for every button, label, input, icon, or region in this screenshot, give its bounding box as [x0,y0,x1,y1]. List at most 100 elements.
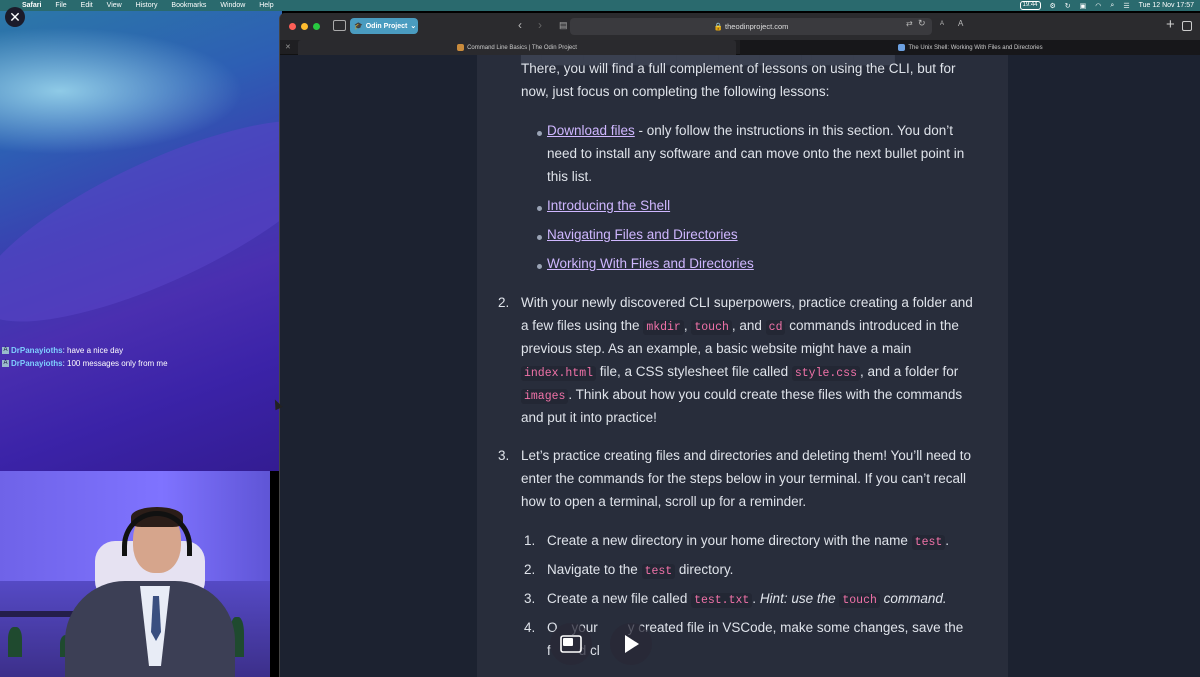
close-icon[interactable]: ✕ [5,7,25,27]
lesson-article: ▆▆▆▆▆▆▆▆▆▆▆▆▆▆▆▆▆▆▆▆▆▆▆▆▆▆▆▆▆▆▆▆▆▆▆▆ The… [477,55,1008,677]
chat-text: : have a nice day [62,346,124,355]
zoom-window-button[interactable] [313,23,320,30]
tab-title: Command Line Basics | The Odin Project [467,44,577,51]
decrease-font-button[interactable]: A [940,21,944,27]
gear-icon[interactable]: ⚙ [1050,2,1056,10]
paragraph-text: now, just focus on completing the follow… [521,84,830,99]
text: y created file in VSCode, make some chan… [627,620,964,635]
menu-help[interactable]: Help [259,2,273,9]
bullet-icon [537,131,542,136]
chat-badge-icon: A [2,360,9,367]
text: Create a new directory in your home dire… [547,533,912,548]
translate-icon[interactable]: ⇄ [906,19,913,28]
sublist-number: 4. [524,620,536,635]
menu-items: Safari File Edit View History Bookmarks … [22,2,286,9]
minimize-window-button[interactable] [301,23,308,30]
battery-indicator[interactable]: 19:44 [1019,1,1041,10]
introducing-shell-link[interactable]: Introducing the Shell [547,198,670,213]
menu-edit[interactable]: Edit [81,2,93,9]
tab-command-line-basics[interactable]: Command Line Basics | The Odin Project [298,40,736,55]
paragraph-text: how to open a terminal, scroll up for a … [521,494,807,509]
text: Navigate to the [547,562,642,577]
list-item-text: - only follow the instructions in this s… [634,123,953,138]
clock[interactable]: Tue 12 Nov 17:57 [1139,2,1194,9]
text: commands introduced in the [785,318,959,333]
play-button[interactable] [610,623,652,665]
text: a few files using the [521,318,644,333]
text: , [683,318,688,333]
code-test-txt: test.txt [691,593,753,608]
sublist-item: Oyoury created file in VSCode, make some… [547,616,963,639]
desktop-wallpaper [0,11,367,471]
status-area: 19:44 ⚙ ↻ ▣ ◠ ⌕ ☰ Tue 12 Nov 17:57 [1019,1,1194,10]
menu-window[interactable]: Window [220,2,245,9]
chat-username: DrPanayioths [11,346,63,355]
wifi-icon[interactable]: ◠ [1095,2,1101,10]
search-icon[interactable]: ⌕ [1110,2,1114,10]
webcam-feed [0,471,270,677]
lock-icon: 🔒 [713,22,723,31]
code-cd: cd [765,320,786,335]
tab-overview-icon[interactable] [1182,21,1192,31]
code-test: test [911,535,946,550]
sidebar-toggle-icon[interactable] [333,20,346,31]
paragraph-text: and put it into practice! [521,410,657,425]
list-item-text: this list. [547,169,593,184]
bullet-icon [537,264,542,269]
menu-bookmarks[interactable]: Bookmarks [171,2,206,9]
navigating-files-link[interactable]: Navigating Files and Directories [547,227,738,242]
menu-app-name[interactable]: Safari [22,2,41,9]
list-number: 3. [498,448,510,463]
sublist-item: Create a new directory in your home dire… [547,529,949,554]
tab-unix-shell[interactable]: The Unix Shell: Working With Files and D… [740,40,1200,55]
chat-message: A DrPanayioths : have a nice day [0,344,270,357]
code-mkdir: mkdir [643,320,684,335]
text: . [945,533,950,548]
code-test: test [641,564,676,579]
safari-window: 🎓 Odin Project ⌄ ‹ › ▤ 🔒 theodinproject.… [279,13,1200,677]
address-bar[interactable]: 🔒 theodinproject.com [570,18,932,35]
list-item: Working With Files and Directories [547,252,754,275]
chat-message: A DrPanayioths : 100 messages only from … [0,357,270,370]
browser-toolbar: 🎓 Odin Project ⌄ ‹ › ▤ 🔒 theodinproject.… [280,13,1200,40]
hint-text: command. [879,591,947,606]
new-tab-button[interactable]: + [1166,16,1175,33]
close-window-button[interactable] [289,23,296,30]
picture-in-picture-button[interactable] [550,623,592,665]
chat-badge-icon: A [2,347,9,354]
control-center-icon[interactable]: ☰ [1123,2,1129,10]
list-item: Introducing the Shell [547,194,670,217]
text: Create a new file called [547,591,692,606]
sync-icon[interactable]: ↻ [1065,2,1071,10]
menu-history[interactable]: History [136,2,158,9]
chat-text: : 100 messages only from me [62,359,168,368]
tab-group-button[interactable]: 🎓 Odin Project ⌄ [350,18,418,34]
unix-favicon-icon [898,44,906,51]
reload-icon[interactable]: ↻ [918,18,926,29]
back-button[interactable]: ‹ [518,18,522,32]
paragraph-text: Let’s practice creating files and direct… [521,448,972,463]
paragraph-line: a few files using the mkdir, touch, and … [521,314,959,339]
text: directory. [675,562,734,577]
increase-font-button[interactable]: A [958,19,963,28]
play-icon [625,635,639,653]
tab-group-label: Odin Project [365,22,408,30]
working-with-files-link[interactable]: Working With Files and Directories [547,256,754,271]
paragraph-line: index.html file, a CSS stylesheet file c… [521,360,958,385]
chat-overlay: A DrPanayioths : have a nice day A DrPan… [0,344,270,374]
url-text: theodinproject.com [725,22,789,31]
text: , and [731,318,766,333]
page-content[interactable]: ▆▆▆▆▆▆▆▆▆▆▆▆▆▆▆▆▆▆▆▆▆▆▆▆▆▆▆▆▆▆▆▆▆▆▆▆ The… [280,55,1200,677]
download-files-link[interactable]: Download files [547,123,635,138]
forward-button[interactable]: › [538,18,542,32]
list-item-text: need to install any software and can mov… [547,146,965,161]
close-tab-icon[interactable]: ✕ [285,43,291,51]
list-item: Navigating Files and Directories [547,223,738,246]
sublist-number: 1. [524,533,536,548]
page-menu-icon[interactable]: ▤ [559,20,568,31]
menu-file[interactable]: File [55,2,66,9]
recording-icon[interactable]: ▣ [1080,2,1087,10]
menu-view[interactable]: View [107,2,122,9]
paragraph-line: images. Think about how you could create… [521,383,962,408]
bullet-icon [537,235,542,240]
